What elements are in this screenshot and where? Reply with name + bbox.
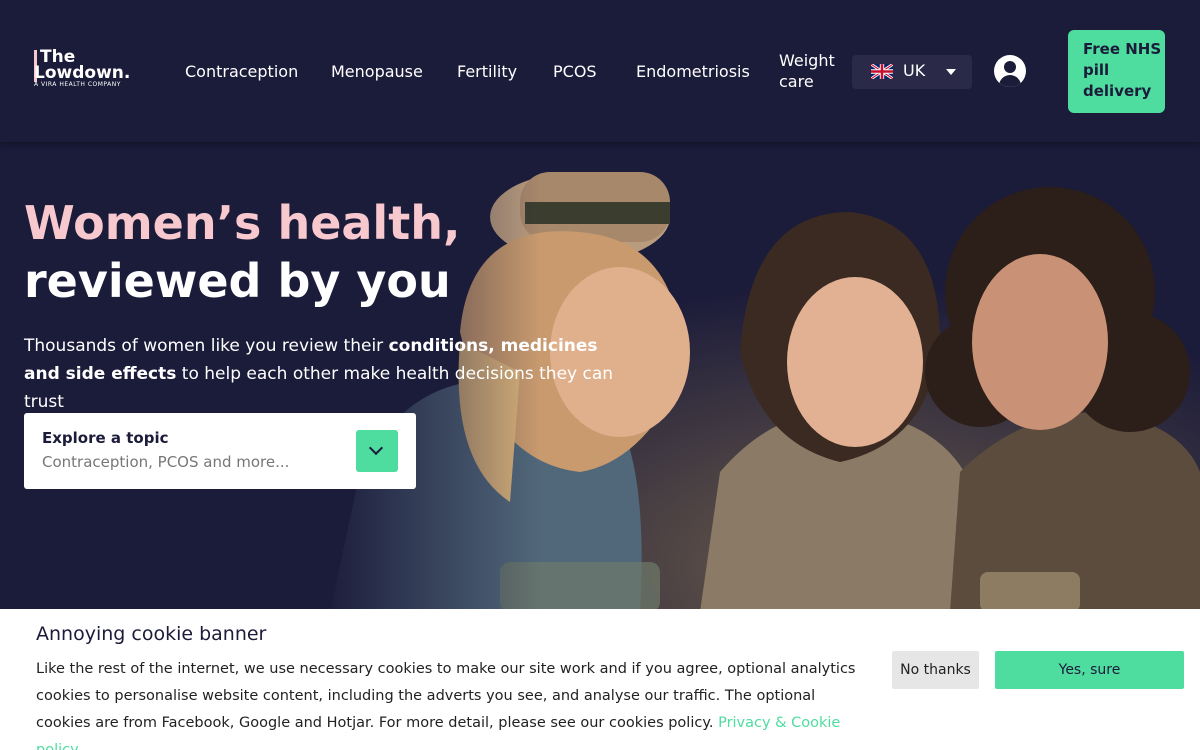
nav-item-menopause[interactable]: Menopause <box>331 61 423 82</box>
logo-tagline: A VIRA HEALTH COMPANY <box>34 81 121 88</box>
uk-flag-icon <box>871 64 893 79</box>
nav-item-endometriosis[interactable]: Endometriosis <box>636 61 750 82</box>
caret-down-icon <box>946 69 956 75</box>
country-selector[interactable]: UK <box>852 55 972 89</box>
cookie-banner-title: Annoying cookie banner <box>36 623 267 645</box>
explore-topic-label: Explore a topic <box>42 429 169 447</box>
nav-item-contraception[interactable]: Contraception <box>185 61 298 82</box>
nav-item-pcos[interactable]: PCOS <box>553 61 597 82</box>
hero-subtitle: Thousands of women like you review their… <box>24 332 624 416</box>
yes-sure-button[interactable]: Yes, sure <box>995 651 1184 689</box>
no-thanks-button[interactable]: No thanks <box>892 651 979 689</box>
user-icon-body <box>999 75 1021 87</box>
nav-item-weight-care[interactable]: Weight care <box>779 50 839 92</box>
hero-title: Women’s health, reviewed by you <box>24 194 460 310</box>
site-header: The Lowdown. A VIRA HEALTH COMPANY Contr… <box>0 0 1200 142</box>
explore-topic-placeholder: Contraception, PCOS and more... <box>42 453 290 471</box>
nav-item-fertility[interactable]: Fertility <box>457 61 517 82</box>
country-label: UK <box>903 61 926 80</box>
cookie-banner: Annoying cookie banner Like the rest of … <box>0 609 1200 750</box>
free-nhs-pill-delivery-button[interactable]: Free NHS pill delivery <box>1068 30 1165 113</box>
explore-topic-dropdown[interactable]: Explore a topic Contraception, PCOS and … <box>24 413 416 489</box>
site-logo[interactable]: The Lowdown. A VIRA HEALTH COMPANY <box>34 48 146 92</box>
hero-subtitle-part1: Thousands of women like you review their <box>24 336 389 356</box>
hero-title-rest: reviewed by you <box>24 254 451 308</box>
user-circle-icon[interactable] <box>994 55 1026 87</box>
user-icon-head <box>1004 61 1016 73</box>
chevron-down-icon <box>368 440 384 456</box>
logo-line-2: Lowdown. <box>34 63 131 83</box>
explore-topic-toggle-button[interactable] <box>356 430 398 472</box>
hero-title-accent: Women’s health, <box>24 196 461 250</box>
hero-section: Women’s health, reviewed by you Thousand… <box>0 142 1200 612</box>
cookie-banner-text: Like the rest of the internet, we use ne… <box>36 656 866 750</box>
logo-wordmark: The Lowdown. <box>34 48 130 82</box>
